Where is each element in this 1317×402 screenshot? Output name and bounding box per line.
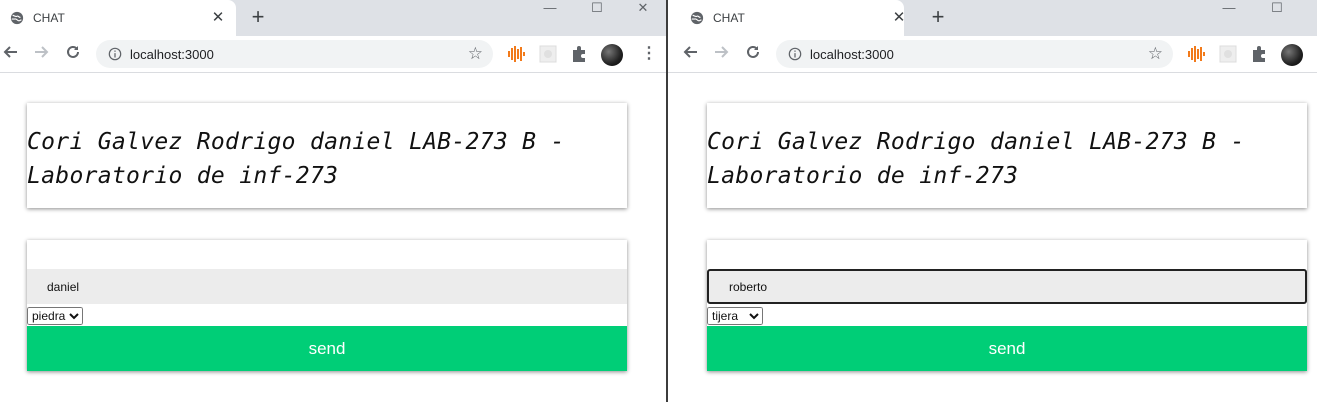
address-bar[interactable]: localhost:3000 ☆ [776, 40, 1173, 68]
maximize-button[interactable]: ☐ [582, 0, 612, 20]
info-icon [108, 47, 122, 61]
tab-strip: CHAT ✕ + — ☐ [668, 0, 1317, 36]
name-input[interactable] [27, 269, 627, 304]
minimize-button[interactable]: — [1214, 0, 1244, 20]
url-text: localhost:3000 [130, 47, 214, 62]
forward-arrow-icon [35, 46, 49, 58]
reload-icon [67, 45, 79, 58]
back-button[interactable] [680, 44, 700, 64]
browser-window-left: CHAT ✕ + — ☐ ✕ localhost:3000 ☆ ⋮ Cori G… [0, 0, 666, 402]
globe-icon [10, 11, 24, 25]
audio-wave-icon[interactable] [506, 44, 526, 64]
browser-window-right: CHAT ✕ + — ☐ localhost:3000 ☆ Cori Galve… [668, 0, 1317, 402]
reload-icon [747, 45, 759, 58]
page-content: Cori Galvez Rodrigo daniel LAB-273 B - L… [0, 73, 666, 402]
tab-title: CHAT [33, 11, 65, 25]
page-title: Cori Galvez Rodrigo daniel LAB-273 B - L… [27, 129, 565, 189]
send-button[interactable]: send [707, 326, 1307, 371]
puzzle-icon[interactable] [1249, 44, 1269, 64]
url-text: localhost:3000 [810, 47, 894, 62]
extension-placeholder-icon[interactable] [1218, 44, 1238, 64]
maximize-button[interactable]: ☐ [1262, 0, 1292, 20]
browser-tab[interactable]: CHAT ✕ [0, 0, 236, 36]
audio-wave-icon[interactable] [1186, 44, 1206, 64]
back-arrow-icon [3, 46, 17, 58]
forward-button[interactable] [32, 44, 52, 64]
chat-form: piedrapapeltijera send [27, 240, 627, 371]
star-icon[interactable]: ☆ [1148, 44, 1163, 64]
globe-icon [690, 11, 704, 25]
address-bar[interactable]: localhost:3000 ☆ [96, 40, 493, 68]
header-card: Cori Galvez Rodrigo daniel LAB-273 B - L… [707, 103, 1307, 208]
tab-strip: CHAT ✕ + — ☐ ✕ [0, 0, 666, 36]
new-tab-button[interactable]: + [248, 6, 268, 28]
browser-toolbar: localhost:3000 ☆ [668, 36, 1317, 73]
close-window-button[interactable]: ✕ [628, 0, 658, 20]
extension-placeholder-icon[interactable] [538, 44, 558, 64]
puzzle-icon[interactable] [569, 44, 589, 64]
tab-title: CHAT [713, 11, 745, 25]
profile-avatar[interactable] [1281, 44, 1303, 66]
star-icon[interactable]: ☆ [468, 44, 483, 64]
choice-select[interactable]: piedrapapeltijera [27, 307, 83, 325]
forward-arrow-icon [715, 46, 729, 58]
reload-button[interactable] [743, 44, 763, 64]
forward-button[interactable] [712, 44, 732, 64]
name-input[interactable] [707, 269, 1307, 304]
back-arrow-icon [683, 46, 697, 58]
browser-tab[interactable]: CHAT ✕ [668, 0, 905, 36]
choice-select[interactable]: piedrapapeltijera [707, 307, 763, 325]
reload-button[interactable] [63, 44, 83, 64]
header-card: Cori Galvez Rodrigo daniel LAB-273 B - L… [27, 103, 627, 208]
back-button[interactable] [0, 44, 20, 64]
menu-kebab-icon[interactable]: ⋮ [641, 44, 657, 64]
browser-toolbar: localhost:3000 ☆ ⋮ [0, 36, 666, 73]
close-tab-icon[interactable]: ✕ [209, 9, 227, 27]
minimize-button[interactable]: — [535, 0, 565, 20]
page-content: Cori Galvez Rodrigo daniel LAB-273 B - L… [668, 73, 1317, 402]
profile-avatar[interactable] [601, 44, 623, 66]
send-button[interactable]: send [27, 326, 627, 371]
info-icon [788, 47, 802, 61]
new-tab-button[interactable]: + [928, 6, 948, 28]
page-title: Cori Galvez Rodrigo daniel LAB-273 B - L… [707, 129, 1245, 189]
close-tab-icon[interactable]: ✕ [890, 9, 908, 27]
chat-form: piedrapapeltijera send [707, 240, 1307, 371]
